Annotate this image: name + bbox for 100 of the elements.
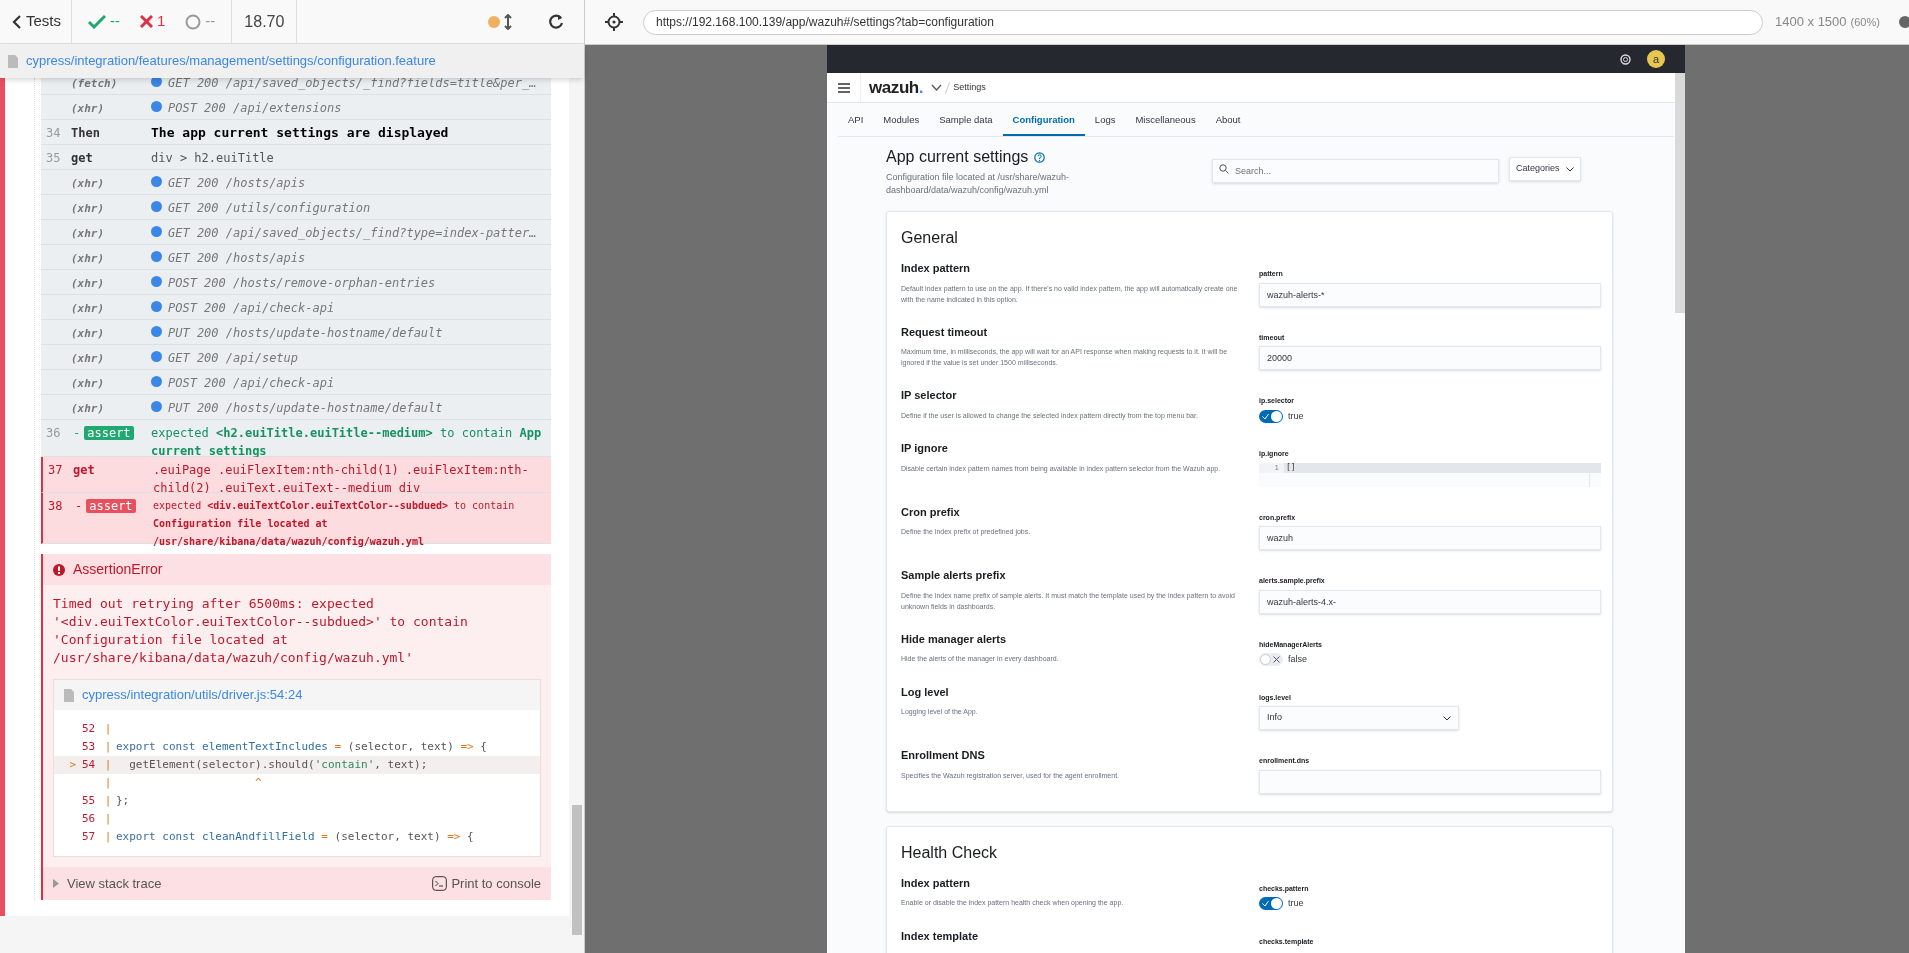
tab[interactable]: Modules bbox=[873, 106, 930, 136]
tab[interactable]: API bbox=[838, 106, 874, 136]
request-text: GET 200 /api/setup bbox=[168, 350, 299, 367]
request-text: POST 200 /hosts/remove-orphan-entries bbox=[168, 275, 436, 292]
line-number: 57 bbox=[82, 828, 97, 845]
search-field[interactable]: Search... bbox=[1212, 159, 1499, 183]
subtitle: Configuration file located at /usr/share/wazuh-dashboard/data/wazuh/config/wazuh.yml bbox=[886, 171, 1071, 197]
status-dot-icon bbox=[151, 301, 162, 312]
status-dot-icon bbox=[151, 326, 162, 337]
pipe-char: | bbox=[103, 810, 113, 827]
breadcrumb[interactable]: Settings bbox=[953, 80, 986, 95]
command-name: (xhr) bbox=[71, 202, 105, 215]
input-field[interactable]: wazuh-alerts-* bbox=[1259, 282, 1601, 307]
chevron-down-icon[interactable] bbox=[931, 84, 943, 91]
input-field[interactable]: wazuh bbox=[1259, 526, 1601, 550]
print-to-console-button[interactable]: Print to console bbox=[432, 873, 541, 894]
tab[interactable]: Logs bbox=[1084, 106, 1126, 136]
status-dot-icon bbox=[151, 101, 162, 112]
code-editor[interactable]: 1 [] bbox=[1259, 462, 1601, 487]
request-text: POST 200 /api/check-api bbox=[168, 300, 335, 317]
toggle-label: true bbox=[1288, 897, 1304, 910]
command-name: (xhr) bbox=[71, 227, 105, 240]
tab[interactable]: Sample data bbox=[929, 106, 1003, 136]
status-dot-icon bbox=[151, 401, 162, 412]
line-number: 1 bbox=[1274, 462, 1279, 473]
command-name: (xhr) bbox=[71, 302, 105, 315]
setting-title: Enrollment DNS bbox=[901, 748, 986, 763]
setting-title: Hide manager alerts bbox=[901, 631, 1008, 647]
command-name: Then bbox=[71, 126, 100, 140]
request-text: PUT 200 /hosts/update-hostname/default bbox=[168, 400, 443, 417]
help-icon[interactable] bbox=[1034, 151, 1046, 163]
setting-title: Request timeout bbox=[901, 324, 989, 340]
toggle-knob[interactable] bbox=[1271, 410, 1282, 422]
setting-title: Cron prefix bbox=[901, 504, 961, 520]
chevron-left-icon bbox=[12, 14, 22, 29]
dash: - bbox=[75, 498, 83, 516]
categories-dropdown[interactable]: Categories bbox=[1509, 157, 1581, 181]
reload-icon[interactable] bbox=[548, 13, 564, 30]
code-line: export const elementTextIncludes = (selector, text) => { bbox=[116, 738, 487, 755]
code-line: [] bbox=[1286, 462, 1296, 473]
setting-title: IP selector bbox=[901, 388, 958, 403]
avatar[interactable]: a bbox=[1647, 50, 1665, 68]
cross-icon bbox=[1273, 656, 1280, 664]
input-field[interactable]: wazuh-alerts-4.x- bbox=[1259, 589, 1601, 614]
scrollbar-thumb[interactable] bbox=[572, 805, 582, 935]
alert-icon bbox=[53, 563, 65, 576]
url-field[interactable]: https://192.168.100.139/app/wazuh#/settings?tab=configuration bbox=[643, 9, 1763, 35]
setting-title: Sample alerts prefix bbox=[901, 568, 1007, 583]
status-dot-icon bbox=[488, 15, 500, 28]
info-icon[interactable] bbox=[1899, 16, 1909, 28]
chevron-down-icon bbox=[1565, 166, 1574, 172]
scroll-arrows-icon[interactable] bbox=[504, 13, 512, 30]
crosshair-icon[interactable] bbox=[605, 13, 623, 31]
pipe-char: | bbox=[103, 792, 113, 809]
input-field[interactable] bbox=[1259, 769, 1601, 794]
toggle-switch[interactable] bbox=[1259, 409, 1283, 423]
wazuh-logo[interactable]: wazuh. bbox=[869, 74, 924, 101]
tab[interactable]: Miscellaneous bbox=[1125, 106, 1206, 136]
status-dot-icon bbox=[151, 376, 162, 387]
status-dot-icon bbox=[151, 276, 162, 287]
line-number: 37 bbox=[47, 461, 64, 479]
line-number: 54 bbox=[82, 756, 97, 773]
tab[interactable]: About bbox=[1205, 106, 1251, 136]
request-text: GET 200 /api/saved_objects/_find?type=index-patter… bbox=[168, 225, 537, 242]
line-number: 36 bbox=[45, 425, 62, 442]
help-ring-icon[interactable] bbox=[1620, 53, 1631, 65]
status-dot-icon bbox=[151, 176, 162, 187]
command-name: (xhr) bbox=[71, 402, 105, 415]
pending-count: -- bbox=[205, 11, 216, 32]
pipe-char: | bbox=[103, 720, 113, 737]
toggle-switch[interactable] bbox=[1259, 897, 1283, 911]
toggle-knob[interactable] bbox=[1260, 654, 1271, 666]
failed-count: 1 bbox=[157, 11, 166, 32]
file-icon bbox=[8, 54, 18, 68]
viewport-scale: (60%) bbox=[1850, 14, 1880, 30]
command-message: expected <div.euiTextColor.euiTextColor--subdued> to contain Configuration file located at /usr/share/kibana/data/wazuh/config/wazuh.yml bbox=[153, 499, 516, 550]
command-message: expected <h2.euiTitle.euiTitle--medium> to contain App current settings bbox=[151, 425, 543, 460]
stack-trace-toggle[interactable]: View stack trace bbox=[53, 873, 162, 894]
code-line: export const cleanAndfillField = (selector, text) => { bbox=[116, 828, 474, 845]
command-name: (xhr) bbox=[71, 327, 105, 340]
pipe-char: | bbox=[103, 828, 113, 845]
duration: 18.70 bbox=[232, 0, 298, 43]
command-name: (xhr) bbox=[71, 377, 105, 390]
select-field[interactable]: Info bbox=[1259, 706, 1459, 730]
setting-title: IP ignore bbox=[901, 441, 949, 456]
section-title: General bbox=[901, 228, 959, 248]
request-text: GET 200 /hosts/apis bbox=[168, 250, 306, 267]
request-text: GET 200 /api/saved_objects/_find?fields=title&per_… bbox=[168, 78, 537, 92]
command-name: (xhr) bbox=[71, 102, 105, 115]
toggle-switch[interactable] bbox=[1259, 653, 1283, 667]
tab[interactable]: Configuration bbox=[1002, 106, 1085, 136]
check-icon bbox=[88, 14, 106, 29]
command-name: (xhr) bbox=[71, 252, 105, 265]
input-field[interactable]: 20000 bbox=[1259, 346, 1601, 370]
toggle-knob[interactable] bbox=[1271, 898, 1282, 910]
dash: - bbox=[73, 425, 81, 442]
setting-title: Index pattern bbox=[901, 875, 972, 891]
scrollbar-thumb[interactable] bbox=[1675, 73, 1685, 313]
code-line: getElement(selector).should('contain', text); bbox=[128, 756, 428, 773]
back-button[interactable]: Tests bbox=[0, 0, 72, 43]
